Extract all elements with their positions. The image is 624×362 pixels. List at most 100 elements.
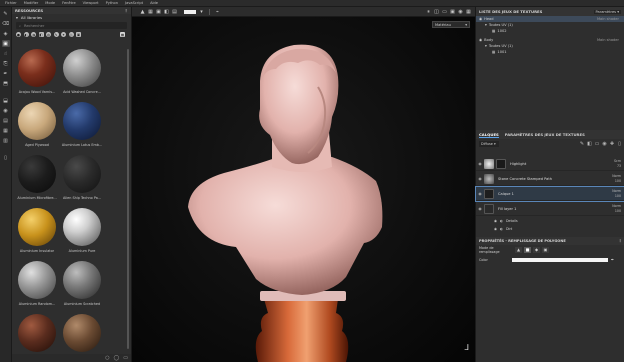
panel-menu-icon[interactable]: ⋮: [124, 8, 128, 13]
color-picker-icon[interactable]: ✒: [611, 257, 614, 262]
import-icon[interactable]: ▭: [123, 355, 128, 361]
camera-icon[interactable]: ◉: [458, 9, 463, 15]
layer-blend[interactable]: Norm 100: [605, 189, 624, 199]
visibility-icon[interactable]: ◉: [494, 227, 497, 231]
texture-sets-settings-dropdown[interactable]: Paramètres ▾: [593, 9, 621, 14]
layer-row[interactable]: ◉ Fill layer 1 Norm 100: [476, 202, 624, 216]
3d-viewport[interactable]: Matériau ▾ ⅃: [132, 17, 475, 362]
material-item[interactable]: Aged Plywood: [15, 102, 59, 156]
eraser-icon[interactable]: ⌫: [2, 20, 10, 27]
material-item[interactable]: Aluminium Random...: [15, 261, 59, 315]
menu-item-javascript[interactable]: JavaScript: [125, 1, 143, 5]
split-view-icon[interactable]: ◫: [434, 9, 439, 15]
bake-icon[interactable]: ⬓: [2, 97, 10, 104]
material-item[interactable]: Acid Washed Concre...: [60, 49, 104, 103]
sublayer-row[interactable]: ◉ ◐ Details: [476, 217, 624, 225]
view-3d-icon[interactable]: ▣: [450, 9, 455, 15]
udim-row[interactable]: ▦ 1002: [476, 28, 624, 34]
filter-particle-icon[interactable]: ✦: [61, 32, 66, 37]
filter-filter-icon[interactable]: ◍: [46, 32, 51, 37]
color-swatch[interactable]: [184, 9, 196, 14]
color-picker-icon[interactable]: ✒: [2, 70, 10, 77]
filter-texture-icon[interactable]: ▣: [76, 32, 81, 37]
menu-item-window[interactable]: Fenêtre: [62, 1, 76, 5]
paint-brush-icon[interactable]: ✎: [2, 10, 10, 17]
axis-gizmo-icon[interactable]: ⅃: [465, 343, 469, 352]
add-paint-layer-icon[interactable]: ✚: [610, 141, 615, 147]
menu-item-help[interactable]: Aide: [150, 1, 158, 5]
menu-item-edit[interactable]: Modifier: [24, 1, 39, 5]
channel-select[interactable]: Diffuse ▾: [479, 140, 499, 147]
panel-menu-icon[interactable]: ⋮: [618, 239, 622, 243]
projection-icon[interactable]: ◈: [2, 30, 10, 37]
menu-item-python[interactable]: Python: [106, 1, 118, 5]
material-item[interactable]: Aluminium Insulator: [15, 208, 59, 262]
add-fill-layer-icon[interactable]: ◉: [602, 141, 607, 147]
fill-polygon-icon[interactable]: ■: [524, 246, 531, 253]
tab-texture-set-params[interactable]: PARAMÈTRES DES JEUX DE TEXTURES: [505, 132, 585, 137]
material-item[interactable]: Aluminium Lotus Emb...: [60, 102, 104, 156]
document-icon[interactable]: ▯: [2, 154, 10, 161]
render-icon[interactable]: ◉: [2, 107, 10, 114]
resources-scrollbar[interactable]: [127, 49, 129, 349]
menu-item-mode[interactable]: Mode: [45, 1, 55, 5]
material-item[interactable]: Aluminium Pure: [60, 208, 104, 262]
tab-layers[interactable]: CALQUES: [479, 132, 499, 138]
material-item[interactable]: Aluminium Scratched: [60, 261, 104, 315]
fill-uv-chunk-icon[interactable]: ▣: [542, 246, 549, 253]
visibility-icon[interactable]: ◉: [476, 206, 484, 211]
visibility-icon[interactable]: ◉: [476, 161, 484, 166]
add-folder-icon[interactable]: ▭: [595, 141, 600, 147]
add-effect-icon[interactable]: ✎: [580, 141, 585, 147]
clone-icon[interactable]: ⎘: [2, 60, 10, 67]
material-item[interactable]: Alien Ship Techno Pa...: [60, 155, 104, 209]
layer-row[interactable]: ◉ Stone Concrete Stamped Path Norm 100: [476, 172, 624, 186]
menu-item-file[interactable]: Fichier: [5, 1, 17, 5]
zoom-out-icon[interactable]: ○: [105, 355, 109, 361]
polygon-fill-icon[interactable]: ▣: [1, 40, 10, 47]
fill-triangle-icon[interactable]: ▲: [515, 246, 522, 253]
menu-item-viewport[interactable]: Viewport: [83, 1, 99, 5]
material-item[interactable]: Acajou Wood Varnis...: [15, 49, 59, 103]
color-value-swatch[interactable]: [511, 257, 608, 262]
visibility-icon[interactable]: ◉: [476, 191, 484, 196]
view-2d-icon[interactable]: ▭: [442, 9, 447, 15]
sublayer-row[interactable]: ◉ ◐ Dirt: [476, 225, 624, 233]
shelf-icon[interactable]: ▤: [2, 117, 10, 124]
screenshot-icon[interactable]: ▦: [466, 9, 471, 15]
resources-search-input[interactable]: ⌕ Rechercher: [16, 22, 127, 29]
geometry-mask-icon[interactable]: ⬒: [2, 80, 10, 87]
grid-icon[interactable]: ▦: [148, 9, 153, 15]
filter-all-icon[interactable]: ●: [16, 32, 21, 37]
fill-icon[interactable]: ▣: [156, 9, 161, 15]
delete-layer-icon[interactable]: ▯: [617, 141, 622, 147]
fill-mesh-icon[interactable]: ◆: [533, 246, 540, 253]
layer-blend[interactable]: Scrn 73: [605, 159, 624, 169]
add-mask-icon[interactable]: ◧: [587, 141, 592, 147]
visibility-icon[interactable]: ◉: [476, 176, 484, 181]
layer-row[interactable]: ◉ Highlight Scrn 73: [476, 157, 624, 171]
chevron-down-icon[interactable]: ▾: [199, 9, 204, 15]
filter-brush-icon[interactable]: ✎: [53, 32, 59, 37]
filter-material-icon[interactable]: ◑: [31, 32, 36, 37]
library-section[interactable]: ▾ All libraries: [12, 14, 131, 21]
visibility-icon[interactable]: ◉: [479, 38, 482, 42]
visibility-icon[interactable]: ◉: [479, 17, 482, 21]
material-item[interactable]: Aluminium Microfibre...: [15, 155, 59, 209]
lazy-mouse-icon[interactable]: ⌁: [215, 9, 220, 15]
log-icon[interactable]: ▥: [2, 137, 10, 144]
symmetry-icon[interactable]: ▲: [140, 9, 145, 15]
filter-smart-mask-icon[interactable]: ◧: [38, 32, 44, 37]
zoom-in-icon[interactable]: ◯: [114, 355, 120, 361]
visibility-icon[interactable]: ◉: [494, 219, 497, 223]
projection-mode-icon[interactable]: ◧: [164, 9, 169, 15]
filter-smart-material-icon[interactable]: ◐: [23, 32, 29, 37]
smudge-icon[interactable]: ☝: [2, 50, 10, 57]
display-settings-icon[interactable]: ▦: [2, 127, 10, 134]
pause-icon[interactable]: ⏸: [426, 9, 431, 15]
udim-row[interactable]: ▦ 1001: [476, 49, 624, 55]
grid-view-icon[interactable]: ▦: [120, 32, 125, 37]
layer-row-selected[interactable]: ◉ Calque 1 Norm 100: [475, 186, 624, 202]
layer-blend[interactable]: Norm 100: [605, 204, 624, 214]
layer-blend[interactable]: Norm 100: [605, 174, 624, 184]
